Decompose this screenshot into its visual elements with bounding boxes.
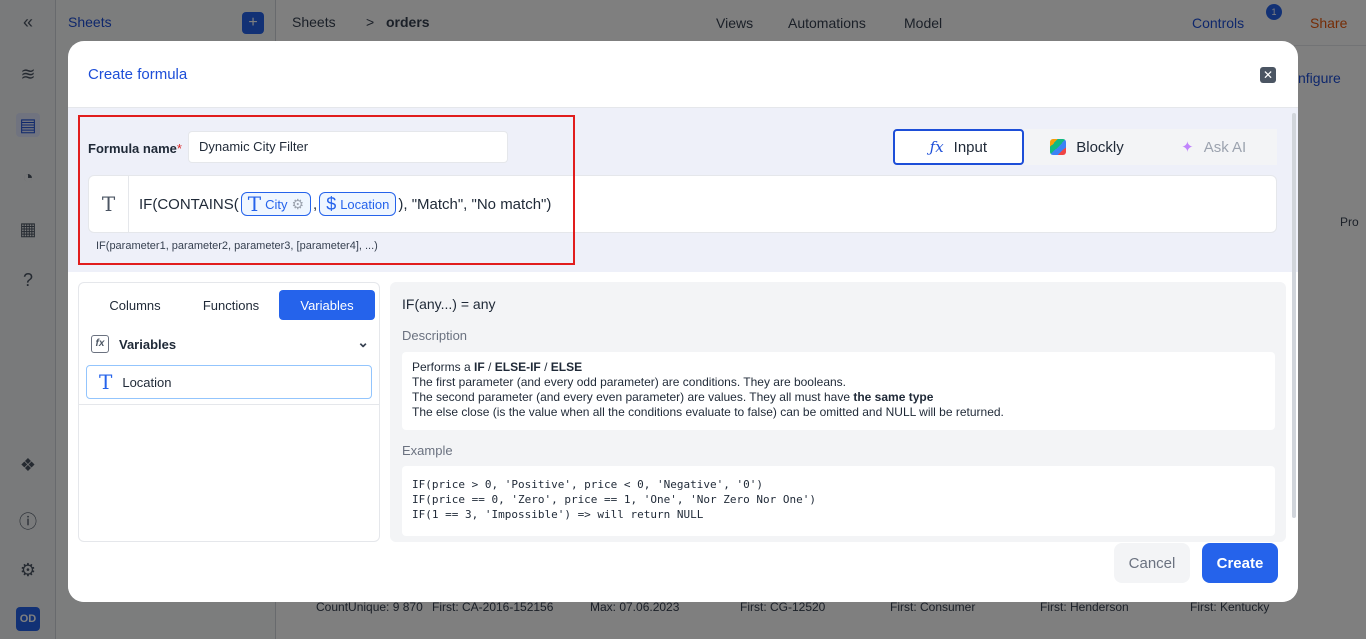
doc-examples: IF(price > 0, 'Positive', price < 0, 'Ne… — [402, 466, 1275, 536]
scrollbar[interactable] — [1292, 113, 1296, 518]
example-line: IF(1 == 3, 'Impossible') => will return … — [412, 508, 704, 521]
function-documentation: IF(any...) = any Description Performs a … — [390, 282, 1286, 542]
doc-desc-line3: The second parameter (and every even par… — [412, 390, 934, 404]
doc-description-label: Description — [402, 328, 468, 343]
mode-switcher: ƒx Input Blockly ✦ Ask AI — [893, 129, 1278, 165]
tab-variables[interactable]: Variables — [279, 290, 375, 320]
mode-input-button[interactable]: ƒx Input — [893, 129, 1024, 165]
create-button[interactable]: Create — [1202, 543, 1278, 583]
cancel-button[interactable]: Cancel — [1114, 543, 1190, 583]
variables-header-label: Variables — [119, 336, 177, 352]
doc-desc-line4: The else close (is the value when all th… — [412, 405, 1004, 419]
variables-section-header[interactable]: fx Variables ⌄ — [91, 334, 369, 354]
doc-description: Performs a IF / ELSE-IF / ELSE The first… — [402, 352, 1275, 430]
reference-panel: Columns Functions Variables fx Variables… — [78, 282, 380, 542]
variable-item-label: Location — [122, 374, 172, 390]
mode-input-label: Input — [953, 138, 988, 156]
modal-title: Create formula — [88, 66, 188, 83]
close-icon[interactable]: ✕ — [1260, 67, 1276, 83]
function-icon: fx — [91, 335, 109, 353]
text-type-icon: T — [99, 370, 113, 394]
example-line: IF(price == 0, 'Zero', price == 1, 'One'… — [412, 493, 816, 506]
create-formula-modal: Create formula ✕ Formula name* Dynamic C… — [68, 41, 1298, 602]
tab-columns[interactable]: Columns — [87, 290, 183, 320]
mode-blockly-label: Blockly — [1076, 138, 1124, 156]
reference-tabs: Columns Functions Variables — [87, 290, 375, 320]
chevron-down-icon[interactable]: ⌄ — [357, 334, 369, 351]
tab-functions[interactable]: Functions — [183, 290, 279, 320]
modal-footer: Cancel Create — [68, 542, 1298, 602]
divider — [79, 404, 379, 405]
doc-desc-line2: The first parameter (and every odd param… — [412, 375, 847, 389]
mode-blockly-button[interactable]: Blockly — [1023, 129, 1151, 165]
mode-ask-ai-label: Ask AI — [1203, 138, 1247, 156]
variable-item-location[interactable]: T Location — [86, 365, 372, 399]
sparkle-icon: ✦ — [1181, 139, 1194, 156]
mode-ask-ai-button[interactable]: ✦ Ask AI — [1150, 129, 1278, 165]
modal-header: Create formula ✕ — [68, 41, 1298, 108]
formula-editor: Formula name* Dynamic City Filter ƒx Inp… — [68, 108, 1298, 272]
doc-example-label: Example — [402, 443, 453, 458]
doc-signature: IF(any...) = any — [402, 296, 496, 312]
highlight-box — [78, 115, 575, 265]
function-icon: ƒx — [929, 138, 944, 156]
doc-desc-line1: Performs a IF / ELSE-IF / ELSE — [412, 360, 583, 374]
example-line: IF(price > 0, 'Positive', price < 0, 'Ne… — [412, 478, 763, 491]
blockly-icon — [1050, 139, 1067, 155]
